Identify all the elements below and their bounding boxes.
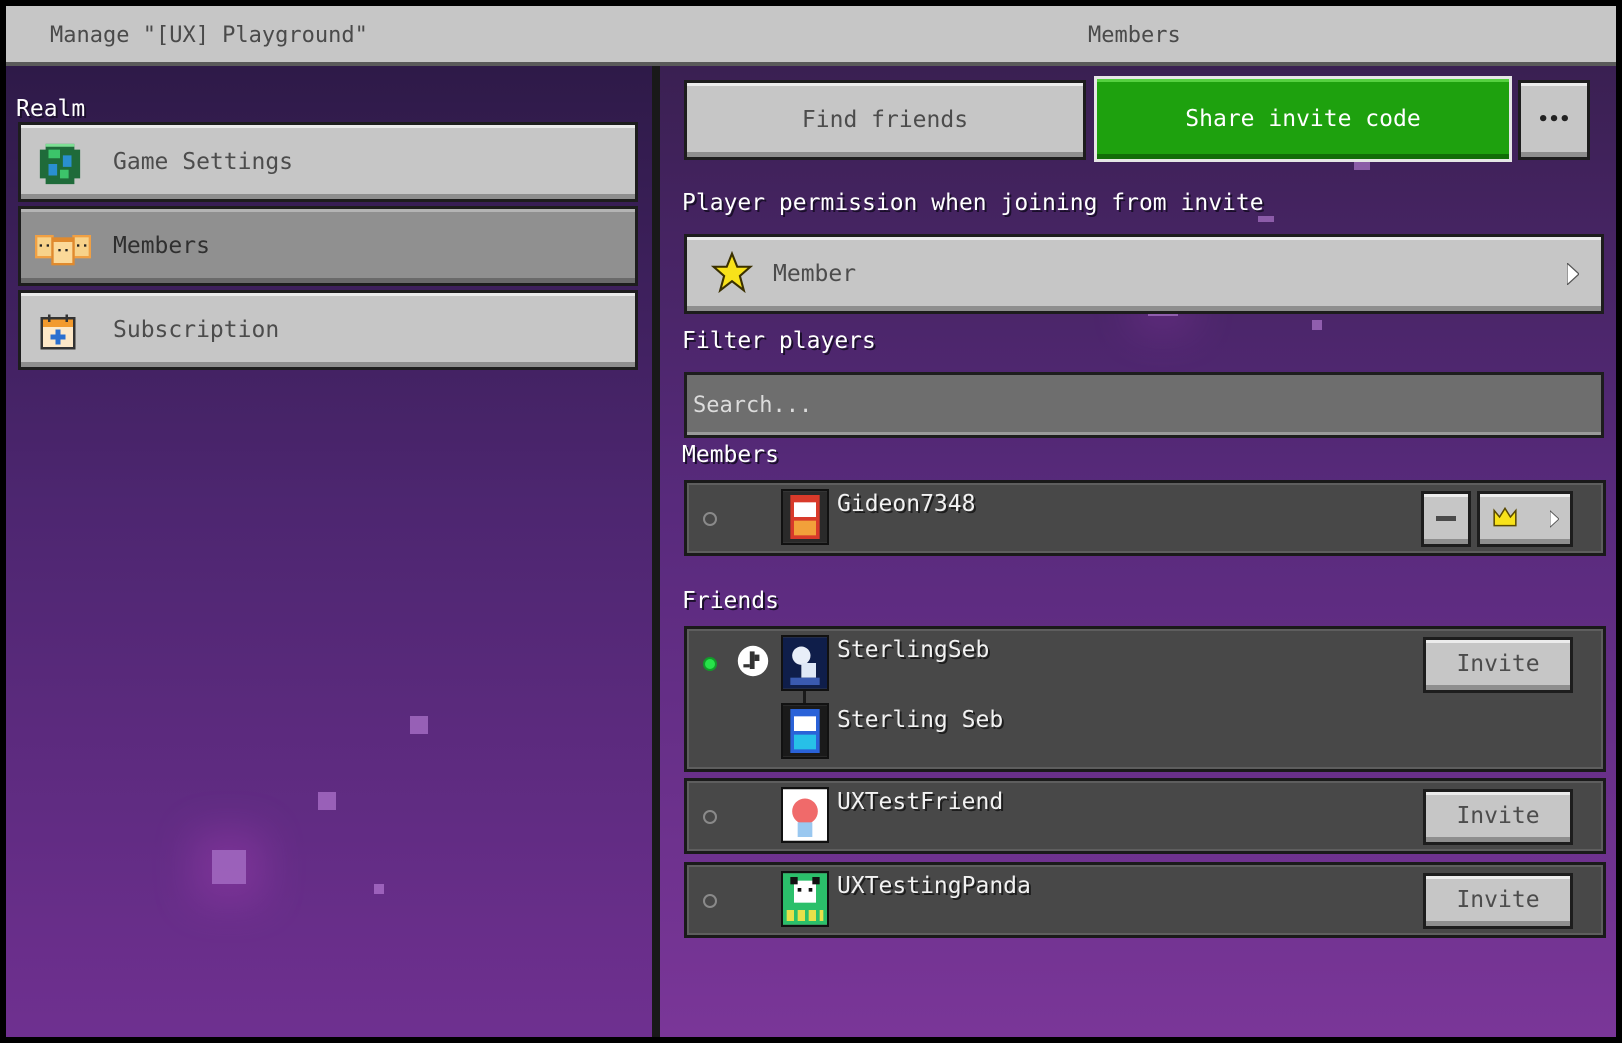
minus-icon [1436, 516, 1456, 521]
background-particle [1312, 320, 1322, 330]
more-options-button[interactable]: ••• [1518, 80, 1590, 160]
background-particle [1258, 216, 1274, 222]
sidebar-item-subscription[interactable]: Subscription [18, 290, 638, 370]
background-particle [318, 792, 336, 810]
background-particle [374, 884, 384, 894]
page-title: Members [1088, 23, 1181, 48]
linked-account-avatar [781, 703, 829, 759]
invite-button[interactable]: Invite [1423, 873, 1573, 929]
calendar-plus-icon [40, 314, 76, 350]
members-icon [35, 235, 91, 266]
sidebar-item-label: Subscription [113, 317, 280, 343]
friend-avatar [781, 787, 829, 843]
friend-avatar [781, 871, 829, 927]
playstation-icon [737, 645, 769, 677]
invite-button[interactable]: Invite [1423, 789, 1573, 845]
find-friends-label: Find friends [801, 107, 969, 133]
friend-name: SterlingSeb [837, 637, 990, 663]
find-friends-button[interactable]: Find friends [684, 80, 1086, 160]
friend-row[interactable]: SterlingSeb Sterling Seb Invite [684, 626, 1606, 772]
member-name: Gideon7348 [837, 491, 976, 517]
manage-title: Manage "[UX] Playground" [50, 23, 368, 48]
members-panel: Find friends Share invite code ••• Playe… [660, 66, 1616, 1037]
member-row[interactable]: Gideon7348 [684, 480, 1606, 556]
share-invite-code-button[interactable]: Share invite code [1094, 76, 1512, 162]
permission-value: Member [773, 261, 857, 287]
offline-status-dot [703, 894, 717, 908]
friends-section-label: Friends [682, 588, 779, 614]
friend-name: UXTestingPanda [837, 873, 1031, 899]
linked-account-name: Sterling Seb [837, 707, 1004, 733]
share-invite-code-label: Share invite code [1185, 106, 1421, 132]
star-icon [711, 251, 753, 293]
invite-button[interactable]: Invite [1423, 637, 1573, 693]
friend-row[interactable]: UXTestingPanda Invite [684, 862, 1606, 938]
more-icon: ••• [1537, 109, 1571, 130]
chevron-right-icon [1550, 510, 1559, 528]
background-particle [410, 716, 428, 734]
member-avatar [781, 489, 829, 545]
sidebar-item-game-settings[interactable]: Game Settings [18, 122, 638, 202]
permission-label: Player permission when joining from invi… [682, 190, 1264, 216]
member-role-dropdown[interactable] [1477, 491, 1573, 547]
sidebar-item-label: Members [113, 233, 210, 259]
permission-dropdown[interactable]: Member [684, 234, 1604, 314]
friend-row[interactable]: UXTestFriend Invite [684, 778, 1606, 854]
filter-label: Filter players [682, 328, 876, 354]
panel-divider [652, 66, 660, 1037]
background-particle [212, 850, 246, 884]
sidebar-item-label: Game Settings [113, 149, 294, 175]
offline-status-dot [703, 810, 717, 824]
app-window: Manage "[UX] Playground" Members Realm G… [6, 6, 1616, 1037]
offline-status-dot [703, 512, 717, 526]
chevron-right-icon [1567, 263, 1579, 285]
sidebar: Realm Game Settings Members Subscription [6, 66, 652, 1037]
globe-icon [39, 143, 81, 185]
search-input[interactable] [684, 372, 1604, 438]
crown-icon [1493, 506, 1517, 527]
title-bar: Manage "[UX] Playground" Members [6, 6, 1616, 66]
members-section-label: Members [682, 442, 779, 468]
friend-name: UXTestFriend [837, 789, 1004, 815]
friend-avatar [781, 635, 829, 691]
account-link-connector [803, 691, 806, 703]
online-status-dot [703, 657, 717, 671]
remove-member-button[interactable] [1421, 491, 1471, 547]
sidebar-item-members[interactable]: Members [18, 206, 638, 286]
realm-section-label: Realm [16, 96, 86, 122]
